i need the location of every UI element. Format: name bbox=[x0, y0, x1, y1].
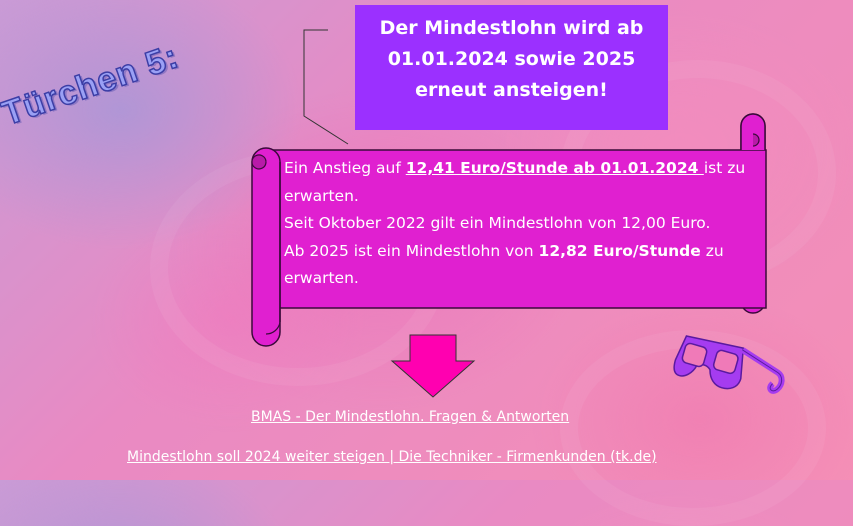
side-title: Türchen 5: bbox=[0, 37, 184, 134]
down-arrow-icon bbox=[390, 334, 476, 398]
scroll-paragraph-1: Ein Anstieg auf 12,41 Euro/Stunde ab 01.… bbox=[284, 155, 754, 210]
bmas-link[interactable]: BMAS - Der Mindestlohn. Fragen & Antwort… bbox=[251, 409, 569, 425]
scroll-text: Ein Anstieg auf 12,41 Euro/Stunde ab 01.… bbox=[284, 155, 754, 293]
scroll-text-span: Ein Anstieg auf bbox=[284, 159, 406, 177]
scroll-paragraph-3: Ab 2025 ist ein Mindestlohn von 12,82 Eu… bbox=[284, 238, 754, 293]
tk-link[interactable]: Mindestlohn soll 2024 weiter steigen | D… bbox=[127, 449, 657, 465]
scroll-highlight: 12,82 Euro/Stunde bbox=[538, 241, 701, 260]
scroll-paragraph-2: Seit Oktober 2022 gilt ein Mindestlohn v… bbox=[284, 214, 711, 232]
scroll-highlight: 12,41 Euro/Stunde ab 01.01.2024 bbox=[405, 159, 704, 177]
headline-line: erneut ansteigen! bbox=[415, 79, 608, 101]
scroll-text-span: Ab 2025 ist ein Mindestlohn von bbox=[284, 241, 539, 260]
headline-line: 01.01.2024 sowie 2025 bbox=[387, 48, 636, 70]
headline-line: Der Mindestlohn wird ab bbox=[379, 17, 644, 39]
